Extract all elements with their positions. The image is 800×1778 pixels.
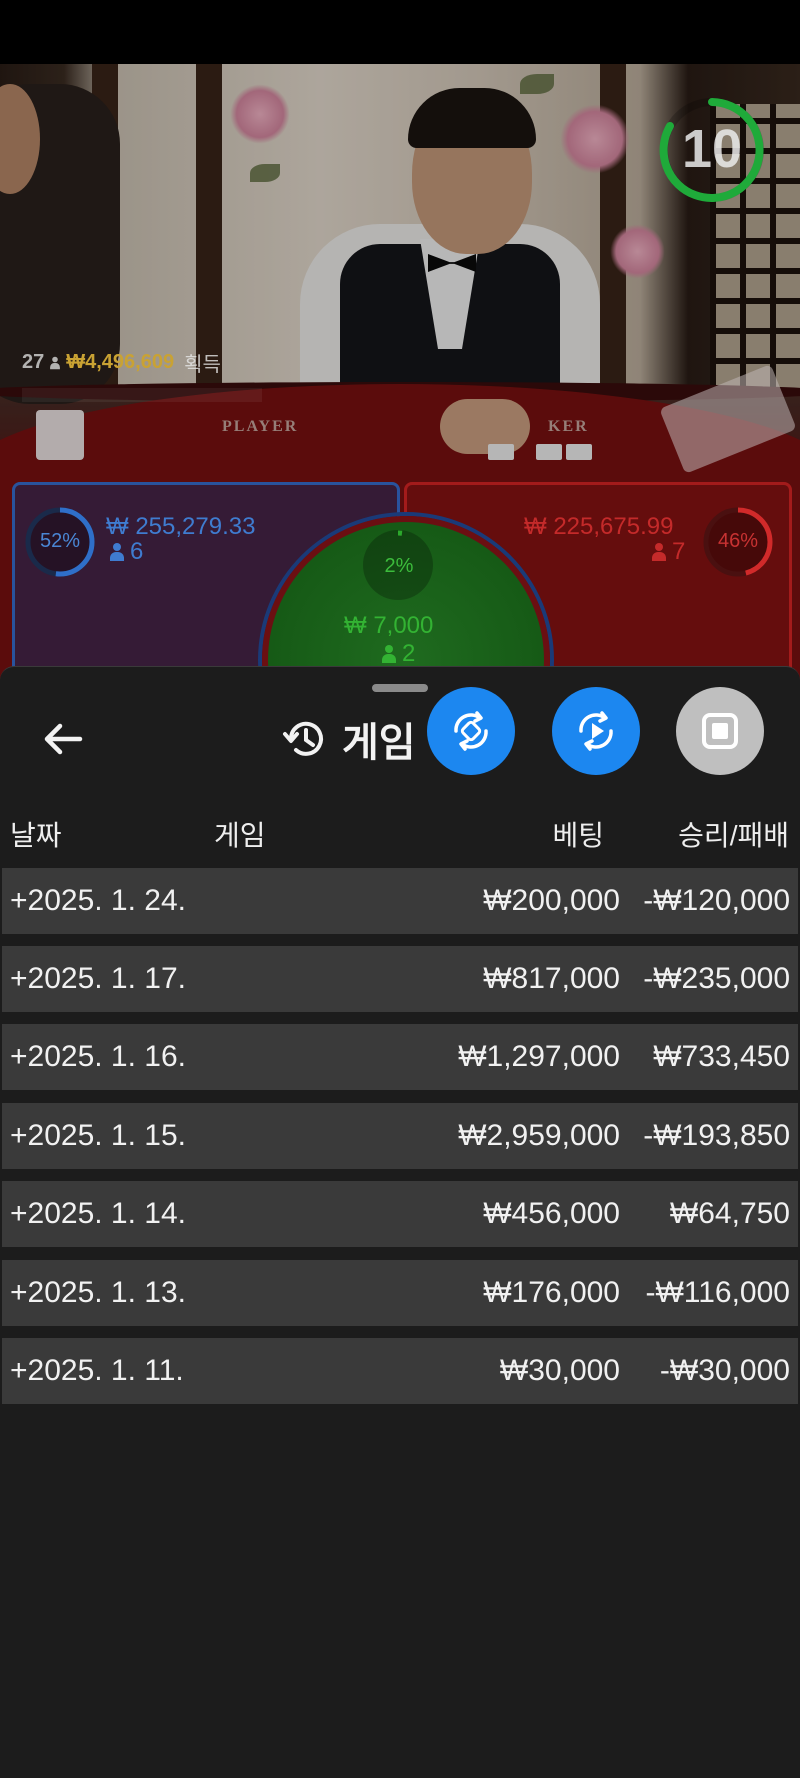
row-date: +2025. 1. 15. [10, 1119, 186, 1152]
banker-bettor-count: 7 [652, 538, 685, 566]
history-row[interactable]: +2025. 1. 17. ₩817,000 -₩235,000 [2, 946, 798, 1012]
column-header-date: 날짜 [10, 820, 62, 851]
banker-bettor-count-value: 7 [672, 538, 686, 565]
banker-bet-total: ₩ 225,675.99 [524, 513, 674, 540]
history-row[interactable]: +2025. 1. 11. ₩30,000 -₩30,000 [2, 1338, 798, 1404]
sheet-drag-handle[interactable] [372, 684, 428, 692]
row-bet: ₩456,000 [483, 1197, 620, 1230]
row-date: +2025. 1. 16. [10, 1040, 186, 1073]
player-bet-total: ₩ 255,279.33 [106, 513, 256, 540]
player-bettor-count-value: 6 [130, 538, 144, 565]
row-result: -₩193,850 [643, 1119, 790, 1152]
stop-button[interactable] [676, 687, 764, 775]
row-date: +2025. 1. 14. [10, 1197, 186, 1230]
person-icon [110, 543, 124, 561]
panel-title-group: 게임 [282, 712, 416, 766]
row-bet: ₩817,000 [483, 962, 620, 995]
winner-amount: ₩4,496,609 [66, 351, 175, 373]
winner-label: 획득 [184, 354, 221, 376]
person-icon [50, 356, 61, 369]
ticker-faded-line [22, 388, 262, 402]
winners-ticker: 27 ₩4,496,609 획득 [22, 348, 221, 377]
column-header-result: 승리/패배 [678, 820, 789, 851]
winner-count: 27 [22, 351, 45, 373]
player-bettor-count: 6 [110, 538, 143, 566]
row-result: ₩733,450 [653, 1040, 790, 1073]
row-bet: ₩176,000 [483, 1276, 620, 1309]
player-percent: 52% [39, 530, 81, 552]
column-header-bet: 베팅 [552, 820, 604, 851]
history-row[interactable]: +2025. 1. 15. ₩2,959,000 -₩193,850 [2, 1103, 798, 1169]
row-result: -₩120,000 [643, 884, 790, 917]
person-icon [382, 645, 396, 663]
row-date: +2025. 1. 24. [10, 884, 186, 917]
tie-bettor-count-value: 2 [402, 640, 416, 667]
row-bet: ₩1,297,000 [458, 1040, 620, 1073]
banker-percent: 46% [717, 530, 759, 552]
panel-title: 게임 [342, 721, 416, 765]
replay-icon [579, 711, 613, 751]
history-icon [283, 721, 323, 756]
column-header-game: 게임 [214, 820, 266, 851]
rotate-link-icon [454, 711, 488, 751]
person-icon [652, 543, 666, 561]
tie-bet-total: ₩ 7,000 [344, 612, 434, 639]
history-row[interactable]: +2025. 1. 13. ₩176,000 -₩116,000 [2, 1260, 798, 1326]
history-row[interactable]: +2025. 1. 14. ₩456,000 ₩64,750 [2, 1181, 798, 1247]
rotate-link-button[interactable] [427, 687, 515, 775]
row-result: -₩235,000 [643, 962, 790, 995]
row-result: -₩30,000 [659, 1354, 790, 1387]
countdown-timer: 10 [681, 119, 743, 179]
history-row[interactable]: +2025. 1. 24. ₩200,000 -₩120,000 [2, 868, 798, 934]
replay-button[interactable] [552, 687, 640, 775]
row-date: +2025. 1. 17. [10, 962, 186, 995]
game-history-screen: { "live": { "timer_value": "10", "ticker… [0, 0, 800, 1778]
row-bet: ₩30,000 [499, 1354, 620, 1387]
row-bet: ₩200,000 [483, 884, 620, 917]
tie-percent: 2% [384, 555, 414, 577]
row-date: +2025. 1. 11. [10, 1354, 184, 1387]
row-result: -₩116,000 [645, 1276, 790, 1309]
history-row[interactable]: +2025. 1. 16. ₩1,297,000 ₩733,450 [2, 1024, 798, 1090]
tie-bettor-count: 2 [382, 640, 415, 668]
stop-icon [702, 713, 738, 749]
arrow-left-icon[interactable] [36, 714, 92, 764]
row-result: ₩64,750 [669, 1197, 790, 1230]
row-date: +2025. 1. 13. [10, 1276, 186, 1309]
row-bet: ₩2,959,000 [458, 1119, 620, 1152]
